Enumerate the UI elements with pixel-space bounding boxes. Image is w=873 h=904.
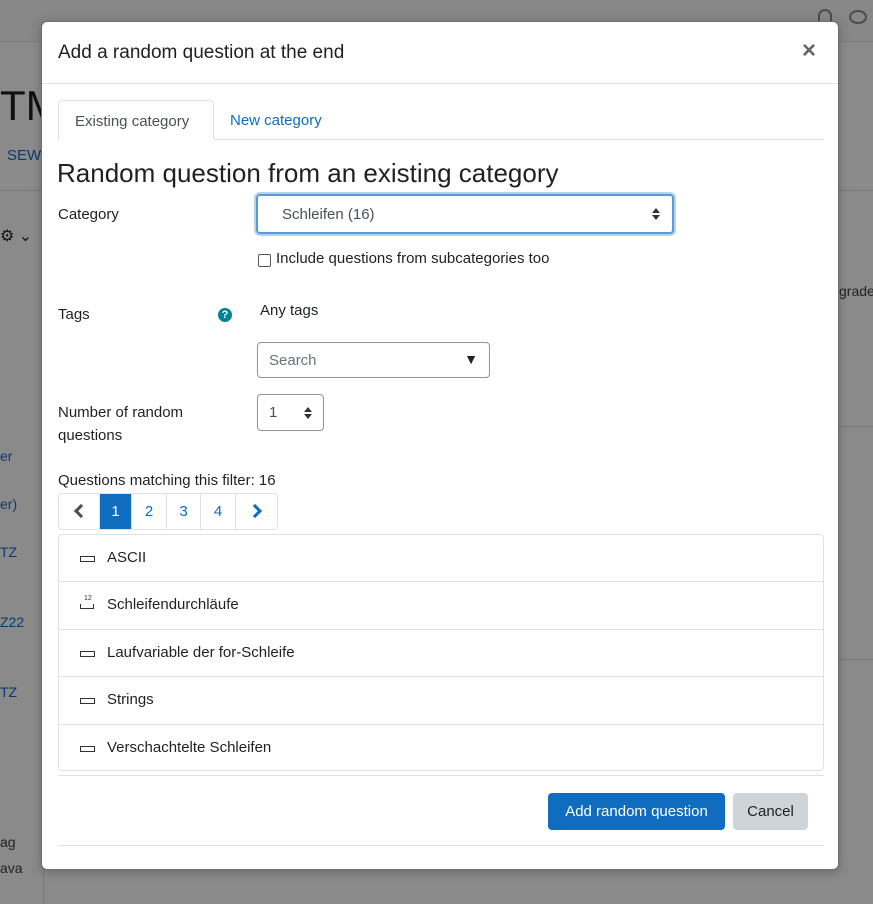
- list-item[interactable]: Schleifendurchläufe: [59, 582, 823, 630]
- shortanswer-icon: [80, 650, 95, 657]
- next-page-button[interactable]: [236, 494, 277, 529]
- list-item[interactable]: Strings: [59, 677, 823, 725]
- question-name: Schleifendurchläufe: [107, 596, 239, 614]
- category-select[interactable]: Schleifen (16): [256, 194, 674, 234]
- shortanswer-icon: [80, 556, 95, 562]
- question-name: Verschachtelte Schleifen: [107, 738, 272, 756]
- chat-icon: [849, 10, 867, 24]
- sort-arrows-icon: [304, 406, 312, 420]
- page-button-4[interactable]: 4: [201, 494, 236, 529]
- chevron-left-icon: [73, 503, 89, 519]
- tab-new-category[interactable]: New category: [214, 100, 338, 140]
- background-side-link: TZ: [0, 684, 18, 700]
- previous-page-button[interactable]: [59, 494, 100, 529]
- cancel-button[interactable]: Cancel: [733, 793, 808, 830]
- category-tabs: Existing category New category: [58, 100, 824, 140]
- background-nav-link: SEW: [7, 147, 42, 164]
- question-name: ASCII: [107, 549, 147, 566]
- sort-arrows-icon: [652, 207, 660, 221]
- tags-search-input[interactable]: Search ▼: [257, 342, 490, 378]
- background-side-text: ava: [0, 860, 23, 876]
- page-button-3[interactable]: 3: [167, 494, 201, 529]
- category-select-value: Schleifen (16): [282, 206, 375, 223]
- question-name: Strings: [107, 691, 154, 709]
- shortanswer-icon: [80, 698, 95, 705]
- shortanswer-icon: [80, 745, 95, 752]
- num-random-value: 1: [269, 404, 278, 421]
- tab-existing-category[interactable]: Existing category: [58, 100, 214, 140]
- list-item[interactable]: Laufvariable der for-Schleife: [59, 630, 823, 678]
- footer-divider: [58, 775, 824, 776]
- background-side-link: er: [0, 448, 13, 464]
- footer-divider: [58, 845, 824, 846]
- include-subcategories-checkbox[interactable]: [258, 254, 271, 267]
- matching-count-text: Questions matching this filter: 16: [58, 472, 276, 489]
- background-side-text: ag: [0, 834, 16, 850]
- chevron-right-icon: [247, 503, 262, 519]
- num-random-label: Number of random questions: [58, 404, 184, 444]
- category-label: Category: [58, 206, 119, 223]
- background-side-link: TZ: [0, 544, 18, 560]
- background-right-text: grade: [839, 283, 873, 299]
- list-item[interactable]: ASCII: [59, 535, 823, 583]
- background-divider: [839, 659, 873, 660]
- modal-title: Add a random question at the end: [58, 42, 345, 63]
- list-item[interactable]: Verschachtelte Schleifen: [59, 725, 823, 770]
- add-random-question-button[interactable]: Add random question: [548, 793, 725, 830]
- background-side-link: Z22: [0, 614, 25, 630]
- selected-tags-text: Any tags: [260, 302, 319, 319]
- tags-search-placeholder: Search: [269, 352, 317, 369]
- pagination: 1 2 3 4: [58, 493, 278, 530]
- num-random-select[interactable]: 1: [257, 394, 324, 431]
- section-title: Random question from an existing categor…: [57, 158, 559, 188]
- help-icon[interactable]: ?: [218, 308, 232, 322]
- numerical-icon: [80, 595, 94, 610]
- background-side-link: er): [0, 496, 18, 512]
- modal-header: Add a random question at the end ×: [42, 22, 838, 84]
- question-list: ASCII Schleifendurchläufe Laufvariable d…: [58, 534, 824, 771]
- page-button-2[interactable]: 2: [132, 494, 167, 529]
- close-button[interactable]: ×: [802, 39, 816, 63]
- add-random-question-modal: Add a random question at the end × Exist…: [41, 21, 839, 870]
- page-button-1[interactable]: 1: [100, 494, 132, 529]
- question-name: Laufvariable der for-Schleife: [107, 643, 295, 661]
- tags-label: Tags: [58, 306, 90, 323]
- dropdown-caret-icon[interactable]: ▼: [464, 351, 478, 367]
- background-divider: [839, 426, 873, 427]
- include-subcategories-label[interactable]: Include questions from subcategories too: [276, 250, 550, 267]
